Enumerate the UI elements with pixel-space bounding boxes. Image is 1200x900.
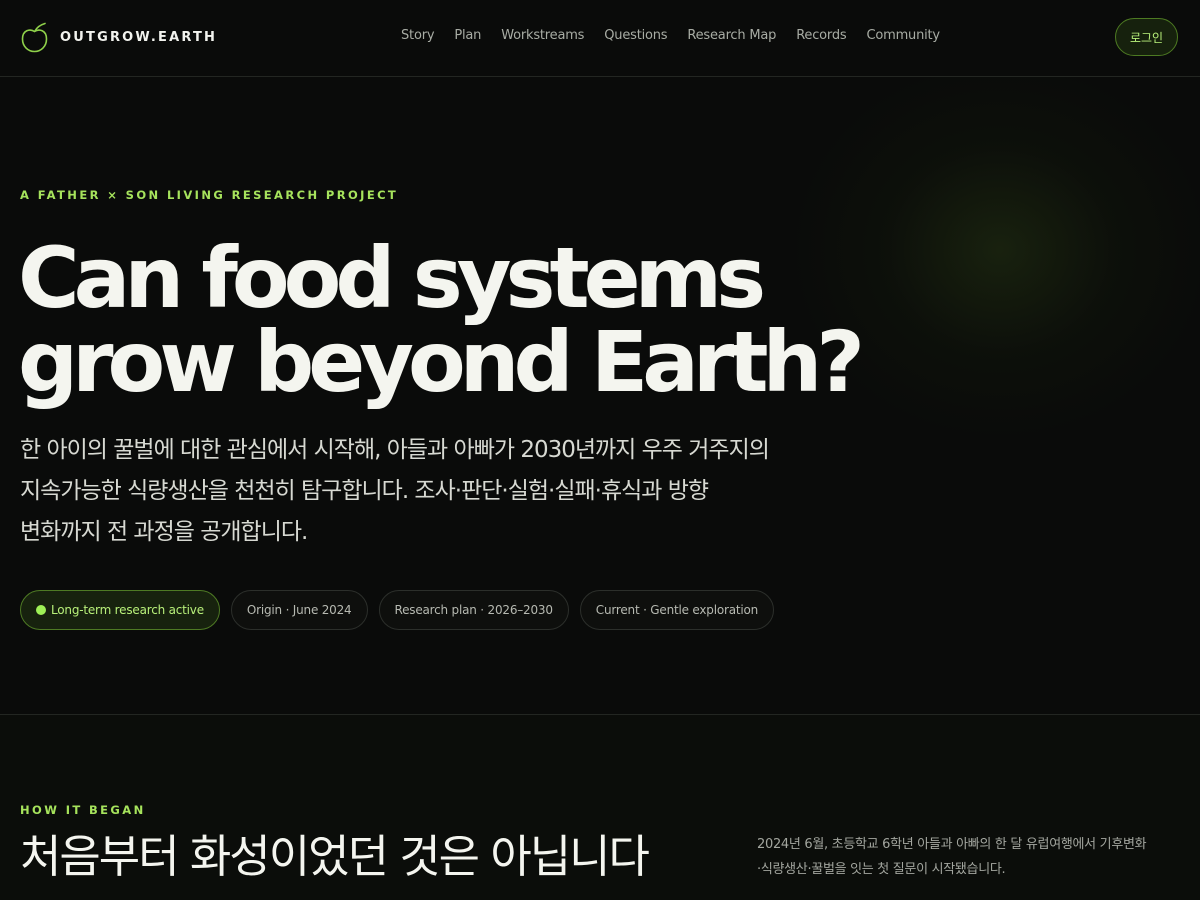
- top-navigation-bar: OUTGROW.EARTH Story Plan Workstreams Que…: [0, 0, 1200, 77]
- hero-description-line-1: 한 아이의 꿀벌에 대한 관심에서 시작해, 아들과 아빠가 2030년까지 우…: [20, 437, 770, 463]
- status-pill-label: Long-term research active: [51, 603, 204, 617]
- hero-description: 한 아이의 꿀벌에 대한 관심에서 시작해, 아들과 아빠가 2030년까지 우…: [20, 430, 820, 553]
- nav-item-records[interactable]: Records: [796, 28, 846, 43]
- brand-logo[interactable]: OUTGROW.EARTH: [20, 22, 217, 53]
- section-eyebrow: HOW IT BEGAN: [20, 803, 146, 817]
- nav-item-community[interactable]: Community: [866, 28, 940, 43]
- hero-description-line-2: 지속가능한 식량생산을 천천히 탐구합니다. 조사·판단·실험·실패·휴식과 방…: [20, 478, 709, 504]
- page: OUTGROW.EARTH Story Plan Workstreams Que…: [0, 0, 1200, 900]
- brand-name: OUTGROW.EARTH: [60, 30, 218, 45]
- status-pill-research-active: Long-term research active: [20, 590, 220, 630]
- nav-item-plan[interactable]: Plan: [454, 28, 481, 43]
- how-it-began-section: HOW IT BEGAN 처음부터 화성이었던 것은 아닙니다 2024년 6월…: [0, 714, 1200, 900]
- status-pill-label: Current · Gentle exploration: [595, 603, 759, 617]
- status-pill-research-plan: Research plan · 2026–2030: [378, 590, 569, 630]
- section-description-line-1: 2024년 6월, 초등학교 6학년 아들과 아빠의 한 달 유럽여행에서 기후…: [757, 837, 1147, 852]
- login-button[interactable]: 로그인: [1115, 18, 1178, 56]
- hero-title-line-1: Can food systems: [18, 229, 766, 327]
- nav-item-research-map[interactable]: Research Map: [687, 28, 776, 43]
- section-description-line-2: ·식량생산·꿀벌을 잇는 첫 질문이 시작됐습니다.: [757, 862, 1006, 877]
- main-nav: Story Plan Workstreams Questions Researc…: [401, 28, 940, 43]
- status-pill-origin: Origin · June 2024: [230, 590, 368, 630]
- nav-item-questions[interactable]: Questions: [604, 28, 667, 43]
- status-pill-label: Research plan · 2026–2030: [394, 603, 553, 617]
- status-pills: Long-term research active Origin · June …: [20, 590, 775, 630]
- status-pill-current: Current · Gentle exploration: [579, 590, 775, 630]
- nav-item-workstreams[interactable]: Workstreams: [501, 28, 584, 43]
- apple-outline-icon: [20, 22, 49, 53]
- hero-title-line-2: grow beyond Earth?: [18, 313, 865, 411]
- section-title: 처음부터 화성이었던 것은 아닙니다: [20, 830, 650, 883]
- status-pill-label: Origin · June 2024: [246, 603, 352, 617]
- hero-eyebrow: A FATHER × SON LIVING RESEARCH PROJECT: [20, 188, 399, 202]
- nav-item-story[interactable]: Story: [401, 28, 435, 43]
- hero-title: Can food systems grow beyond Earth?: [18, 229, 865, 411]
- section-description: 2024년 6월, 초등학교 6학년 아들과 아빠의 한 달 유럽여행에서 기후…: [757, 832, 1187, 882]
- status-dot-icon: [36, 605, 46, 615]
- hero-description-line-3: 변화까지 전 과정을 공개합니다.: [20, 519, 308, 545]
